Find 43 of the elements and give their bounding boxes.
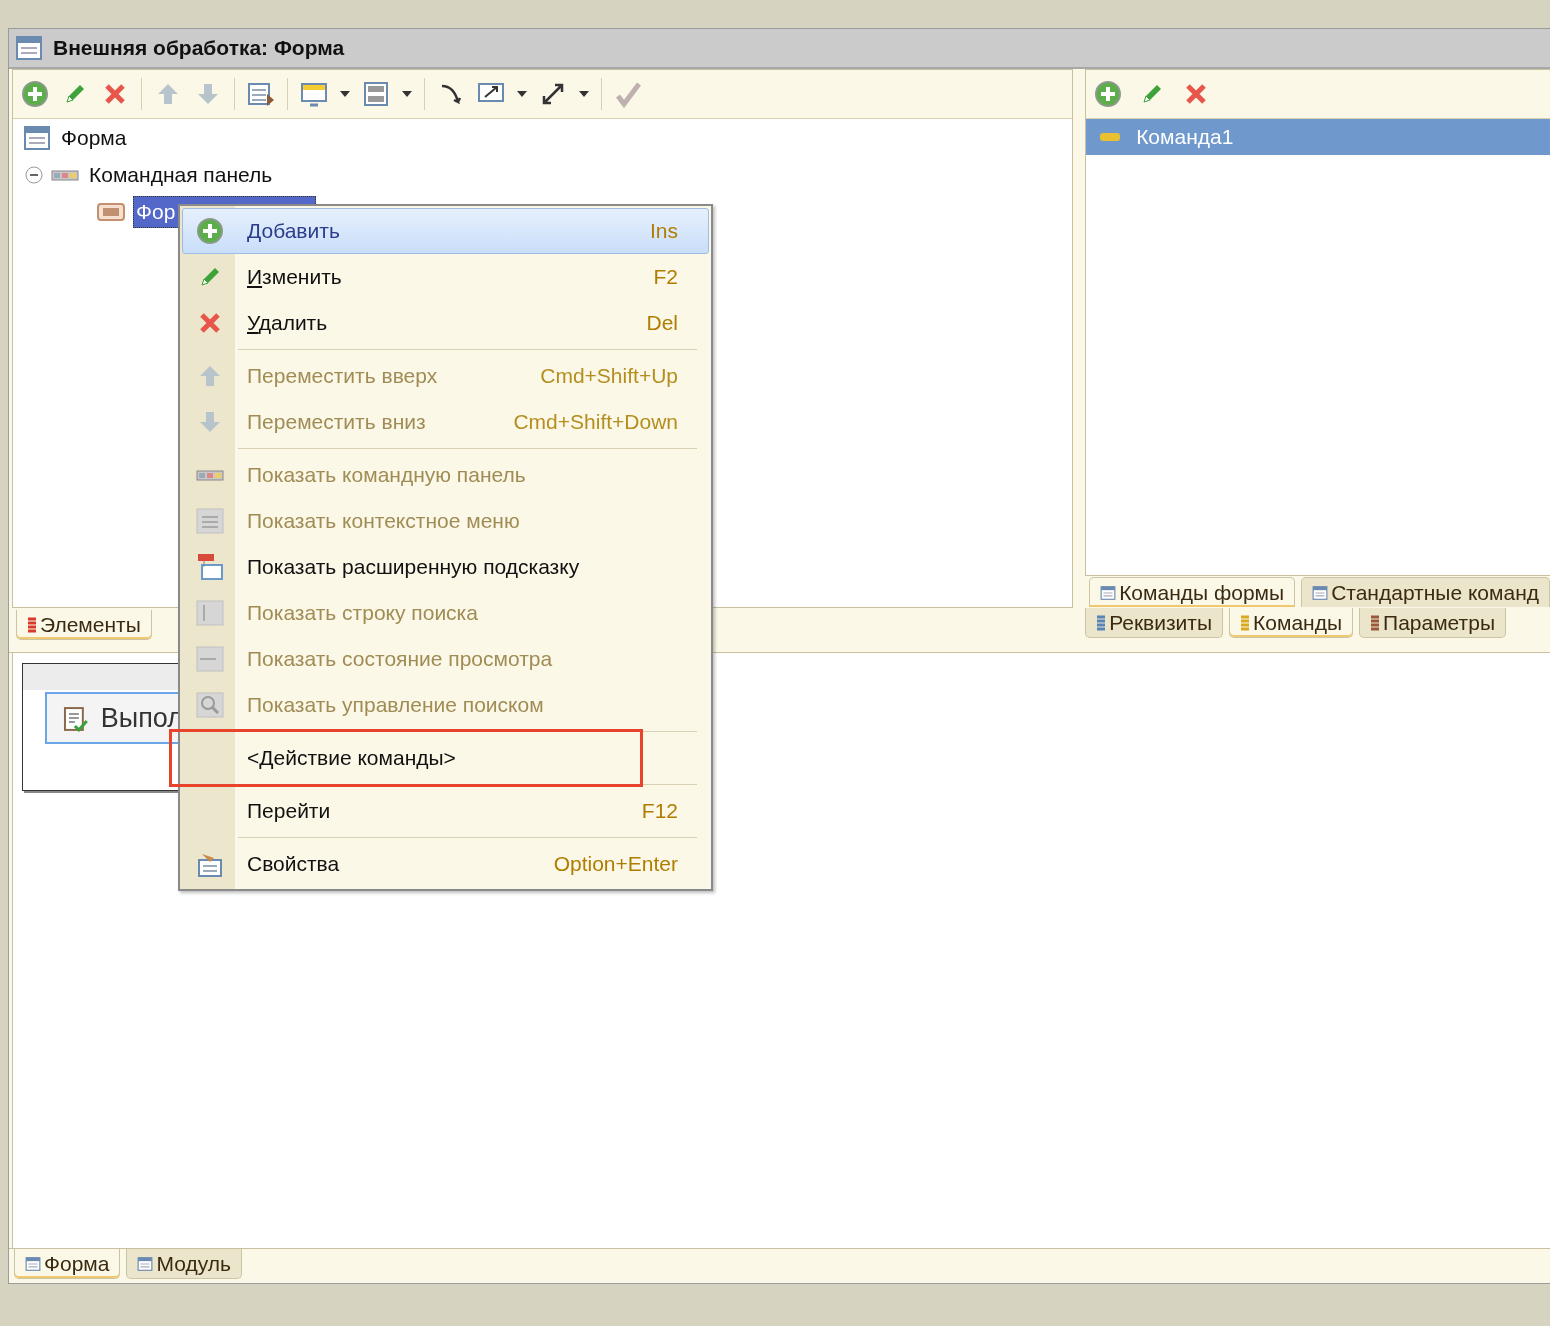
window-icon bbox=[15, 34, 43, 62]
add-icon[interactable] bbox=[196, 217, 224, 245]
tree-item[interactable]: Командная панель bbox=[87, 159, 273, 190]
list-play-icon[interactable] bbox=[247, 80, 275, 108]
monitor-icon[interactable] bbox=[300, 80, 328, 108]
menu-item[interactable]: <Действие команды> bbox=[182, 735, 709, 781]
command-icon bbox=[1100, 133, 1121, 141]
menu-item[interactable]: Показать расширенную подсказку bbox=[182, 544, 709, 590]
list-icon bbox=[27, 616, 37, 633]
caret-icon[interactable] bbox=[402, 91, 412, 97]
form-tab-icon bbox=[25, 1255, 41, 1272]
menu-item[interactable]: Добавить Ins bbox=[182, 208, 709, 254]
caret-icon[interactable] bbox=[579, 91, 589, 97]
clipboard-check-icon[interactable] bbox=[61, 704, 89, 732]
standard-commands-icon bbox=[1312, 584, 1329, 601]
menu-item[interactable]: Изменить F2 bbox=[182, 254, 709, 300]
tab[interactable]: Модуль bbox=[126, 1249, 242, 1279]
layout-icon[interactable] bbox=[362, 80, 390, 108]
tab[interactable]: Стандартные команд bbox=[1301, 577, 1550, 607]
list-icon bbox=[1370, 614, 1381, 631]
caret-icon[interactable] bbox=[340, 91, 350, 97]
tab[interactable]: Элементы bbox=[16, 610, 152, 640]
window-title: Внешняя обработка: Форма bbox=[53, 36, 345, 60]
tab[interactable]: Команды формы bbox=[1089, 577, 1296, 607]
menu-item[interactable]: Свойства Option+Enter bbox=[182, 841, 709, 887]
tab[interactable]: Параметры bbox=[1359, 608, 1506, 638]
tab[interactable]: Реквизиты bbox=[1085, 608, 1224, 638]
add-icon[interactable] bbox=[21, 80, 49, 108]
tab[interactable]: Форма bbox=[14, 1249, 121, 1279]
tooltip-icon[interactable] bbox=[196, 553, 224, 581]
menu-item[interactable]: Удалить Del bbox=[182, 300, 709, 346]
collapse-icon[interactable] bbox=[25, 165, 43, 184]
list-icon bbox=[1096, 614, 1107, 631]
add-icon[interactable] bbox=[1094, 80, 1123, 108]
check-icon[interactable] bbox=[614, 80, 642, 108]
tree-item[interactable]: Форма bbox=[59, 122, 127, 153]
tab[interactable]: Команды bbox=[1229, 608, 1354, 638]
list-icon bbox=[1240, 614, 1251, 631]
form-icon bbox=[23, 123, 51, 152]
module-tab-icon bbox=[137, 1255, 154, 1272]
menu-item[interactable]: Перейти F12 bbox=[182, 788, 709, 834]
caret-icon[interactable] bbox=[517, 91, 527, 97]
form-commands-icon bbox=[1100, 584, 1117, 601]
